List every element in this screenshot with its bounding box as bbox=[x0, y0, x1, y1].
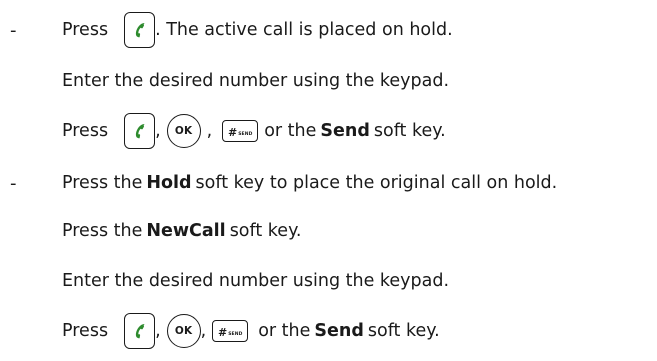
hash-send-key-icon: # SEND bbox=[222, 120, 259, 142]
call-key-icon bbox=[124, 313, 156, 349]
line-content: Press , OK , # SEND or the Send soft key. bbox=[62, 113, 446, 149]
separator-comma: , bbox=[206, 121, 213, 141]
bullet-dash: - bbox=[10, 19, 17, 41]
separator-comma: , bbox=[200, 321, 207, 341]
call-key-icon bbox=[124, 113, 156, 149]
soft-key-text: soft key. bbox=[373, 121, 446, 141]
enter-number-text: Enter the desired number using the keypa… bbox=[62, 271, 450, 291]
press-text: Press bbox=[62, 321, 109, 341]
press-text: Press bbox=[62, 121, 109, 141]
on-hold-text: . The active call is placed on hold. bbox=[155, 20, 453, 40]
separator-comma: , bbox=[155, 321, 161, 341]
line-content: Press the Hold soft key to place the ori… bbox=[62, 173, 557, 193]
press-the-text: Press the bbox=[62, 173, 143, 193]
separator-comma: , bbox=[155, 121, 161, 141]
soft-key-text: soft key. bbox=[367, 321, 440, 341]
call-key-icon bbox=[124, 12, 156, 48]
or-the-text: or the bbox=[264, 121, 317, 141]
line-content: Press . The active call is placed on hol… bbox=[62, 12, 453, 48]
line-content: Press , OK , # SEND or the Send soft key. bbox=[62, 313, 440, 349]
send-soft-key-label: Send bbox=[314, 321, 364, 341]
soft-key-text: soft key. bbox=[229, 221, 302, 241]
press-text: Press bbox=[62, 20, 109, 40]
newcall-soft-key-label: NewCall bbox=[146, 221, 226, 241]
send-soft-key-label: Send bbox=[320, 121, 370, 141]
hold-instruction-text: soft key to place the original call on h… bbox=[195, 173, 558, 193]
hash-send-key-icon: # SEND bbox=[212, 320, 249, 342]
line-content: Press the NewCall soft key. bbox=[62, 221, 302, 241]
ok-key-icon: OK bbox=[166, 314, 201, 348]
green-handset-icon bbox=[135, 324, 145, 339]
enter-number-text: Enter the desired number using the keypa… bbox=[62, 71, 450, 91]
or-the-text: or the bbox=[258, 321, 311, 341]
press-the-text: Press the bbox=[62, 221, 143, 241]
bullet-dash: - bbox=[10, 172, 17, 194]
green-handset-icon bbox=[135, 23, 145, 38]
line-content: Enter the desired number using the keypa… bbox=[62, 71, 449, 91]
ok-key-icon: OK bbox=[166, 114, 201, 148]
line-content: Enter the desired number using the keypa… bbox=[62, 271, 449, 291]
green-handset-icon bbox=[135, 124, 145, 139]
hold-soft-key-label: Hold bbox=[146, 173, 192, 193]
